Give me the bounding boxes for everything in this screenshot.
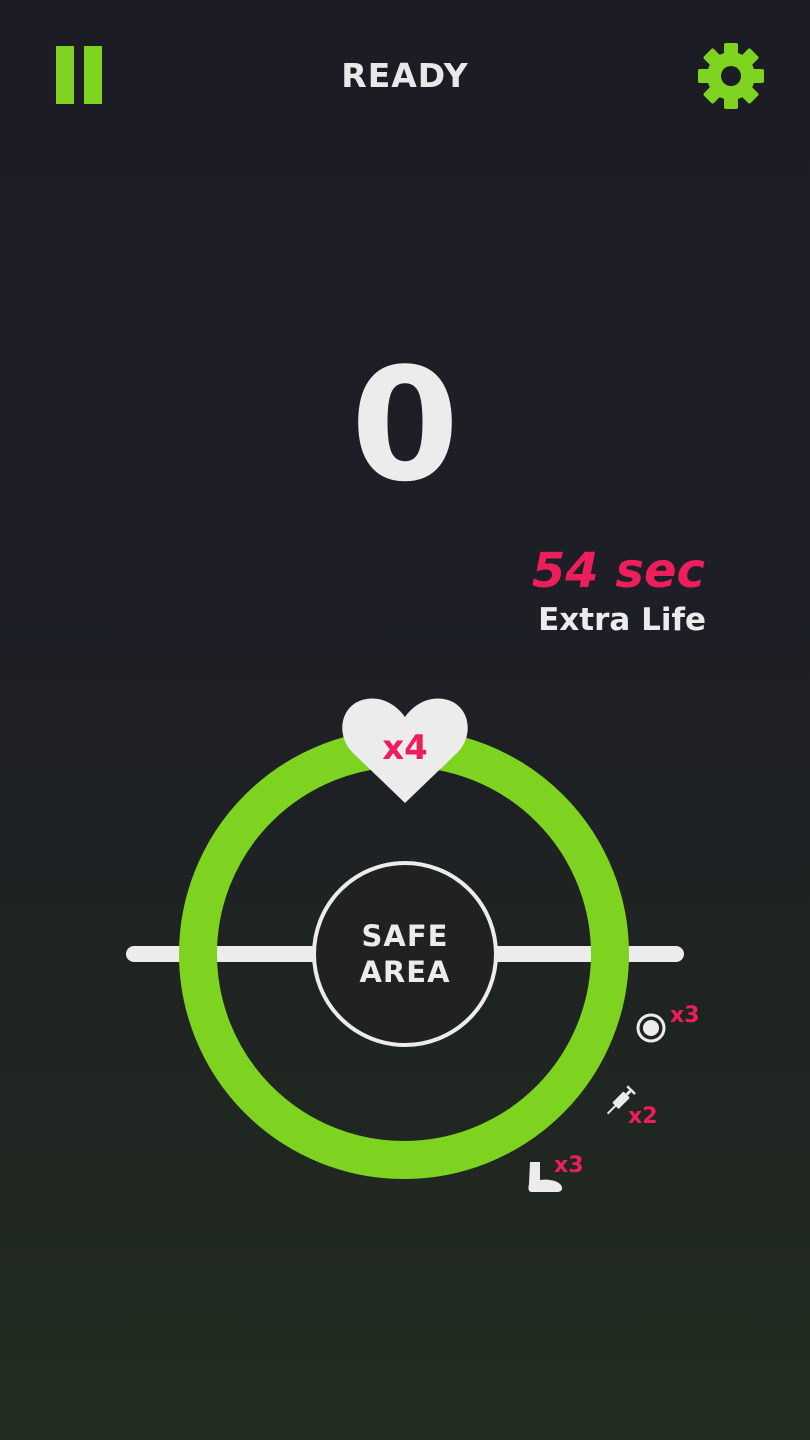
score-counter: 0 bbox=[350, 334, 460, 516]
extra-life-timer: 54 sec bbox=[531, 543, 705, 599]
target-icon bbox=[636, 1013, 666, 1043]
gear-icon bbox=[698, 43, 764, 109]
safe-area-line1: SAFE bbox=[361, 919, 449, 953]
safe-area: SAFE AREA bbox=[312, 861, 498, 1047]
extra-life-label: Extra Life bbox=[538, 602, 706, 638]
item-target-count: x3 bbox=[670, 1003, 700, 1028]
item-foot-count: x3 bbox=[554, 1153, 584, 1178]
lives-count: x4 bbox=[382, 728, 428, 768]
item-syringe-count: x2 bbox=[628, 1104, 658, 1129]
item-target bbox=[634, 1010, 668, 1048]
settings-button[interactable] bbox=[696, 42, 766, 110]
status-title: READY bbox=[341, 56, 469, 95]
safe-area-line2: AREA bbox=[359, 955, 451, 989]
